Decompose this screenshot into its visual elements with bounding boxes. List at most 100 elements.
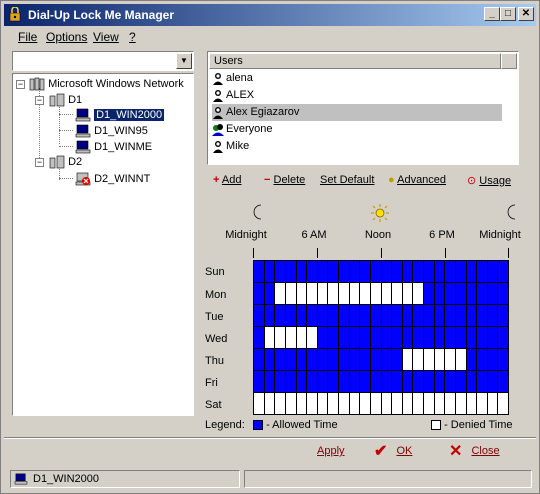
schedule-cell[interactable] bbox=[455, 305, 467, 327]
schedule-cell[interactable] bbox=[402, 283, 414, 305]
schedule-cell[interactable] bbox=[370, 327, 382, 349]
schedule-cell[interactable] bbox=[498, 283, 509, 305]
schedule-cell[interactable] bbox=[307, 261, 318, 283]
schedule-cell[interactable] bbox=[275, 349, 286, 371]
schedule-cell[interactable] bbox=[264, 283, 276, 305]
schedule-cell[interactable] bbox=[392, 349, 403, 371]
users-column-header[interactable]: Users bbox=[209, 53, 501, 69]
schedule-cell[interactable] bbox=[296, 327, 308, 349]
schedule-cell[interactable] bbox=[466, 349, 478, 371]
schedule-cell[interactable] bbox=[360, 305, 371, 327]
schedule-cell[interactable] bbox=[424, 305, 435, 327]
schedule-cell[interactable] bbox=[264, 371, 276, 393]
schedule-cell[interactable] bbox=[381, 261, 393, 283]
schedule-cell[interactable] bbox=[349, 283, 361, 305]
schedule-cell[interactable] bbox=[254, 349, 265, 371]
schedule-cell[interactable] bbox=[392, 327, 403, 349]
schedule-cell[interactable] bbox=[487, 393, 499, 415]
schedule-cell[interactable] bbox=[296, 283, 308, 305]
schedule-cell[interactable] bbox=[498, 327, 509, 349]
schedule-cell[interactable] bbox=[370, 305, 382, 327]
schedule-cell[interactable] bbox=[466, 261, 478, 283]
schedule-cell[interactable] bbox=[445, 371, 456, 393]
tree-item-d2-winnt[interactable]: D2_WINNT bbox=[75, 172, 150, 186]
schedule-cell[interactable] bbox=[264, 349, 276, 371]
schedule-cell[interactable] bbox=[317, 305, 329, 327]
schedule-cell[interactable] bbox=[445, 305, 456, 327]
schedule-cell[interactable] bbox=[349, 393, 361, 415]
schedule-cell[interactable] bbox=[392, 393, 403, 415]
schedule-cell[interactable] bbox=[285, 327, 297, 349]
schedule-cell[interactable] bbox=[307, 371, 318, 393]
schedule-cell[interactable] bbox=[275, 283, 286, 305]
schedule-cell[interactable] bbox=[466, 327, 478, 349]
schedule-grid[interactable] bbox=[253, 260, 509, 415]
schedule-cell[interactable] bbox=[424, 349, 435, 371]
schedule-cell[interactable] bbox=[360, 393, 371, 415]
collapse-icon[interactable]: − bbox=[35, 158, 44, 167]
schedule-cell[interactable] bbox=[413, 305, 424, 327]
usage-button[interactable]: ⊙ Usage bbox=[467, 174, 511, 187]
title-bar[interactable]: Dial-Up Lock Me Manager _ □ ✕ bbox=[4, 4, 536, 26]
schedule-cell[interactable] bbox=[477, 393, 488, 415]
schedule-cell[interactable] bbox=[360, 261, 371, 283]
schedule-cell[interactable] bbox=[317, 393, 329, 415]
schedule-cell[interactable] bbox=[307, 327, 318, 349]
schedule-cell[interactable] bbox=[349, 327, 361, 349]
schedule-cell[interactable] bbox=[254, 305, 265, 327]
schedule-cell[interactable] bbox=[498, 261, 509, 283]
schedule-cell[interactable] bbox=[264, 261, 276, 283]
schedule-cell[interactable] bbox=[455, 261, 467, 283]
schedule-cell[interactable] bbox=[317, 327, 329, 349]
schedule-cell[interactable] bbox=[285, 283, 297, 305]
schedule-cell[interactable] bbox=[477, 327, 488, 349]
schedule-cell[interactable] bbox=[317, 283, 329, 305]
schedule-cell[interactable] bbox=[498, 393, 509, 415]
schedule-cell[interactable] bbox=[275, 305, 286, 327]
menu-options[interactable]: Options bbox=[46, 30, 87, 44]
schedule-cell[interactable] bbox=[264, 305, 276, 327]
network-tree[interactable]: − Microsoft Windows Network − D1 D1_WIN2… bbox=[12, 73, 194, 416]
schedule-cell[interactable] bbox=[434, 327, 446, 349]
schedule-cell[interactable] bbox=[413, 327, 424, 349]
schedule-cell[interactable] bbox=[254, 327, 265, 349]
schedule-cell[interactable] bbox=[254, 371, 265, 393]
schedule-cell[interactable] bbox=[307, 305, 318, 327]
schedule-cell[interactable] bbox=[498, 349, 509, 371]
schedule-cell[interactable] bbox=[466, 393, 478, 415]
schedule-cell[interactable] bbox=[434, 283, 446, 305]
advanced-button[interactable]: ● Advanced bbox=[388, 174, 446, 186]
schedule-cell[interactable] bbox=[381, 305, 393, 327]
schedule-cell[interactable] bbox=[498, 371, 509, 393]
schedule-cell[interactable] bbox=[339, 261, 350, 283]
close-button[interactable]: ✕ Close bbox=[449, 441, 500, 461]
schedule-cell[interactable] bbox=[487, 261, 499, 283]
schedule-cell[interactable] bbox=[392, 305, 403, 327]
schedule-cell[interactable] bbox=[477, 305, 488, 327]
schedule-cell[interactable] bbox=[487, 327, 499, 349]
schedule-cell[interactable] bbox=[285, 393, 297, 415]
schedule-cell[interactable] bbox=[381, 327, 393, 349]
schedule-cell[interactable] bbox=[328, 327, 339, 349]
schedule-cell[interactable] bbox=[455, 393, 467, 415]
schedule-cell[interactable] bbox=[317, 371, 329, 393]
schedule-cell[interactable] bbox=[381, 349, 393, 371]
apply-button[interactable]: Apply bbox=[317, 445, 345, 457]
maximize-button[interactable]: □ bbox=[500, 7, 516, 21]
schedule-cell[interactable] bbox=[392, 261, 403, 283]
schedule-cell[interactable] bbox=[307, 393, 318, 415]
user-row-selected[interactable]: Alex Egiazarov bbox=[212, 104, 502, 121]
collapse-icon[interactable]: − bbox=[35, 96, 44, 105]
schedule-cell[interactable] bbox=[466, 371, 478, 393]
schedule-cell[interactable] bbox=[381, 283, 393, 305]
schedule-cell[interactable] bbox=[285, 371, 297, 393]
tree-item-d1-win2000[interactable]: D1_WIN2000 bbox=[75, 108, 166, 122]
schedule-cell[interactable] bbox=[413, 283, 424, 305]
schedule-cell[interactable] bbox=[254, 261, 265, 283]
schedule-cell[interactable] bbox=[275, 327, 286, 349]
schedule-cell[interactable] bbox=[402, 327, 414, 349]
network-combo[interactable]: ▼ bbox=[12, 51, 194, 71]
schedule-cell[interactable] bbox=[370, 393, 382, 415]
schedule-cell[interactable] bbox=[296, 371, 308, 393]
schedule-cell[interactable] bbox=[264, 393, 276, 415]
